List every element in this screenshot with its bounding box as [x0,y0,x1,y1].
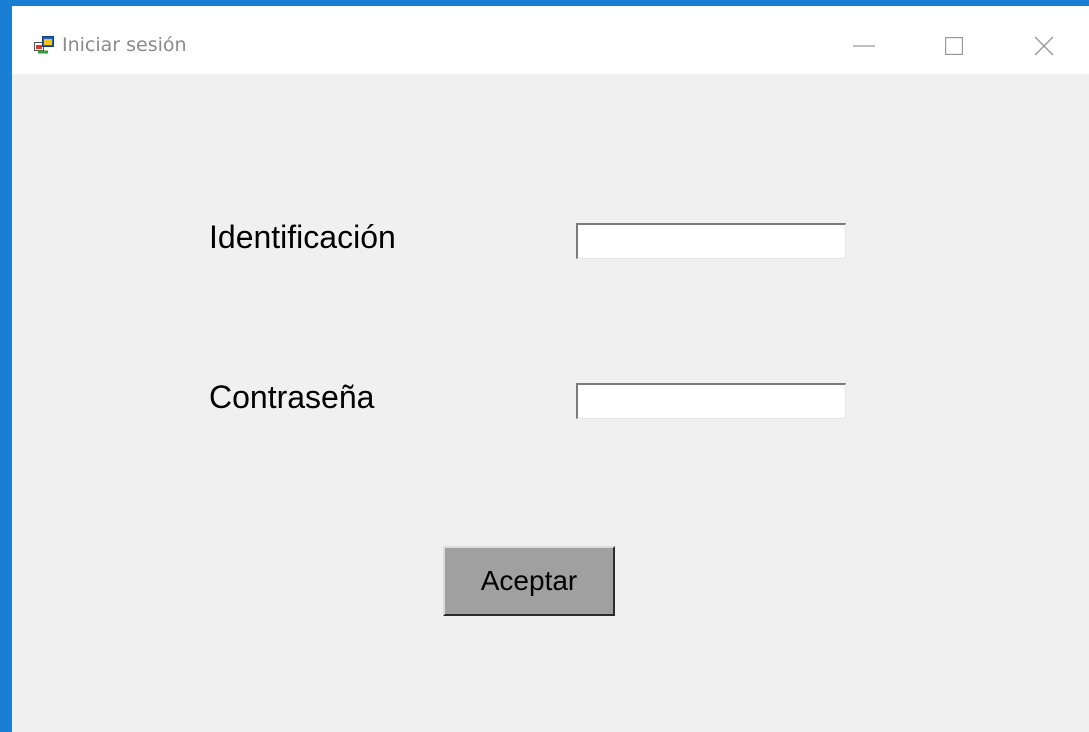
winforms-app-icon [34,36,54,54]
window-title: Iniciar sesión [62,34,187,56]
maximize-icon [945,37,963,55]
identification-input[interactable] [576,223,846,259]
accept-button[interactable]: Aceptar [443,546,615,616]
minimize-icon [853,45,875,47]
identification-label: Identificación [209,219,396,255]
maximize-button[interactable] [918,20,990,72]
title-bar[interactable]: Iniciar sesión [12,6,1089,74]
password-label: Contraseña [209,379,375,415]
close-icon [1034,36,1054,56]
minimize-button[interactable] [828,20,900,72]
login-window: Iniciar sesión Identificación Contraseña… [0,0,1089,732]
password-input[interactable] [576,383,846,419]
close-button[interactable] [1008,20,1080,72]
